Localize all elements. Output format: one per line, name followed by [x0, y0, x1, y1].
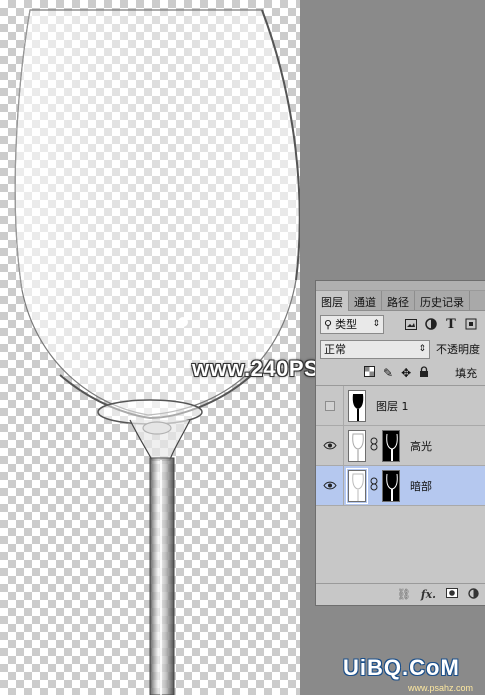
opacity-label: 不透明度 — [436, 343, 480, 356]
watermark-url: www.psahz.com — [408, 683, 474, 693]
adjustment-filter-icon[interactable] — [424, 317, 438, 331]
layer-name[interactable]: 暗部 — [410, 478, 432, 494]
filter-row: ⚲ 类型 ⇕ T — [316, 311, 485, 337]
fill-label: 填充 — [455, 367, 478, 380]
layer-name[interactable]: 高光 — [410, 438, 432, 454]
panel-footer: ⛓ fx. — [316, 583, 485, 605]
tab-channels[interactable]: 通道 — [349, 291, 382, 311]
mask-icon[interactable] — [446, 588, 458, 601]
panel-drag-bar[interactable] — [316, 281, 485, 291]
layer-name[interactable]: 图层 1 — [376, 398, 409, 414]
search-icon: ⚲ — [324, 317, 333, 331]
layer-mask-thumbnail[interactable] — [382, 429, 400, 462]
type-filter-icon[interactable]: T — [444, 317, 458, 332]
link-chain-icon[interactable] — [368, 477, 380, 494]
visibility-toggle[interactable] — [316, 465, 344, 506]
blend-mode-select[interactable]: 正常 ⇕ — [320, 339, 430, 359]
link-chain-icon[interactable] — [368, 437, 380, 454]
tab-paths[interactable]: 路径 — [382, 291, 415, 311]
tab-layers[interactable]: 图层 — [316, 291, 349, 311]
shape-filter-icon[interactable] — [464, 317, 478, 331]
eye-icon — [322, 481, 337, 490]
fx-icon[interactable]: fx. — [421, 588, 436, 601]
lock-pixels-icon[interactable]: ✎ — [383, 366, 393, 380]
updown-arrows-icon: ⇕ — [418, 344, 426, 354]
layer-thumbnail — [346, 467, 368, 504]
lock-transparent-icon[interactable] — [364, 366, 375, 380]
lock-row: 锁定 ✎ ✥ 填充 — [316, 361, 485, 385]
filter-kind-label: 类型 — [335, 318, 358, 331]
layer-thumbnail — [348, 389, 366, 422]
layers-panel: 图层 通道 路径 历史记录 ⚲ 类型 ⇕ T 正常 ⇕ 不透明度 ✎ ✥ 填充 … — [315, 280, 485, 606]
document-canvas[interactable] — [0, 0, 300, 695]
watermark-logo: UiBQ.CoM — [343, 655, 460, 680]
eye-icon — [322, 441, 337, 450]
layer-thumbnail — [348, 429, 366, 462]
visibility-toggle[interactable] — [316, 385, 344, 426]
lock-all-icon[interactable] — [419, 365, 429, 381]
layer-mask-thumbnail[interactable] — [382, 469, 400, 502]
layer-row-selected[interactable]: 暗部 — [316, 465, 485, 506]
filter-kind-select[interactable]: ⚲ 类型 ⇕ — [320, 314, 384, 334]
panel-tabs: 图层 通道 路径 历史记录 — [316, 291, 485, 311]
image-filter-icon[interactable] — [404, 317, 418, 331]
hidden-eye-box — [324, 400, 335, 411]
visibility-toggle[interactable] — [316, 425, 344, 466]
tab-history[interactable]: 历史记录 — [415, 291, 470, 311]
filter-icons: T — [404, 317, 478, 332]
layer-row[interactable]: 图层 1 — [316, 385, 485, 426]
updown-arrows-icon: ⇕ — [372, 319, 380, 329]
link-icon[interactable]: ⛓ — [397, 588, 411, 601]
wine-glass-image — [14, 9, 300, 695]
lock-position-icon[interactable]: ✥ — [401, 366, 411, 380]
layer-row[interactable]: 高光 — [316, 425, 485, 466]
blend-row: 正常 ⇕ 不透明度 — [316, 337, 485, 361]
layers-list: 图层 1 高光 暗部 — [316, 385, 485, 506]
blend-mode-value: 正常 — [324, 343, 346, 356]
adjustment-icon[interactable] — [468, 587, 479, 602]
